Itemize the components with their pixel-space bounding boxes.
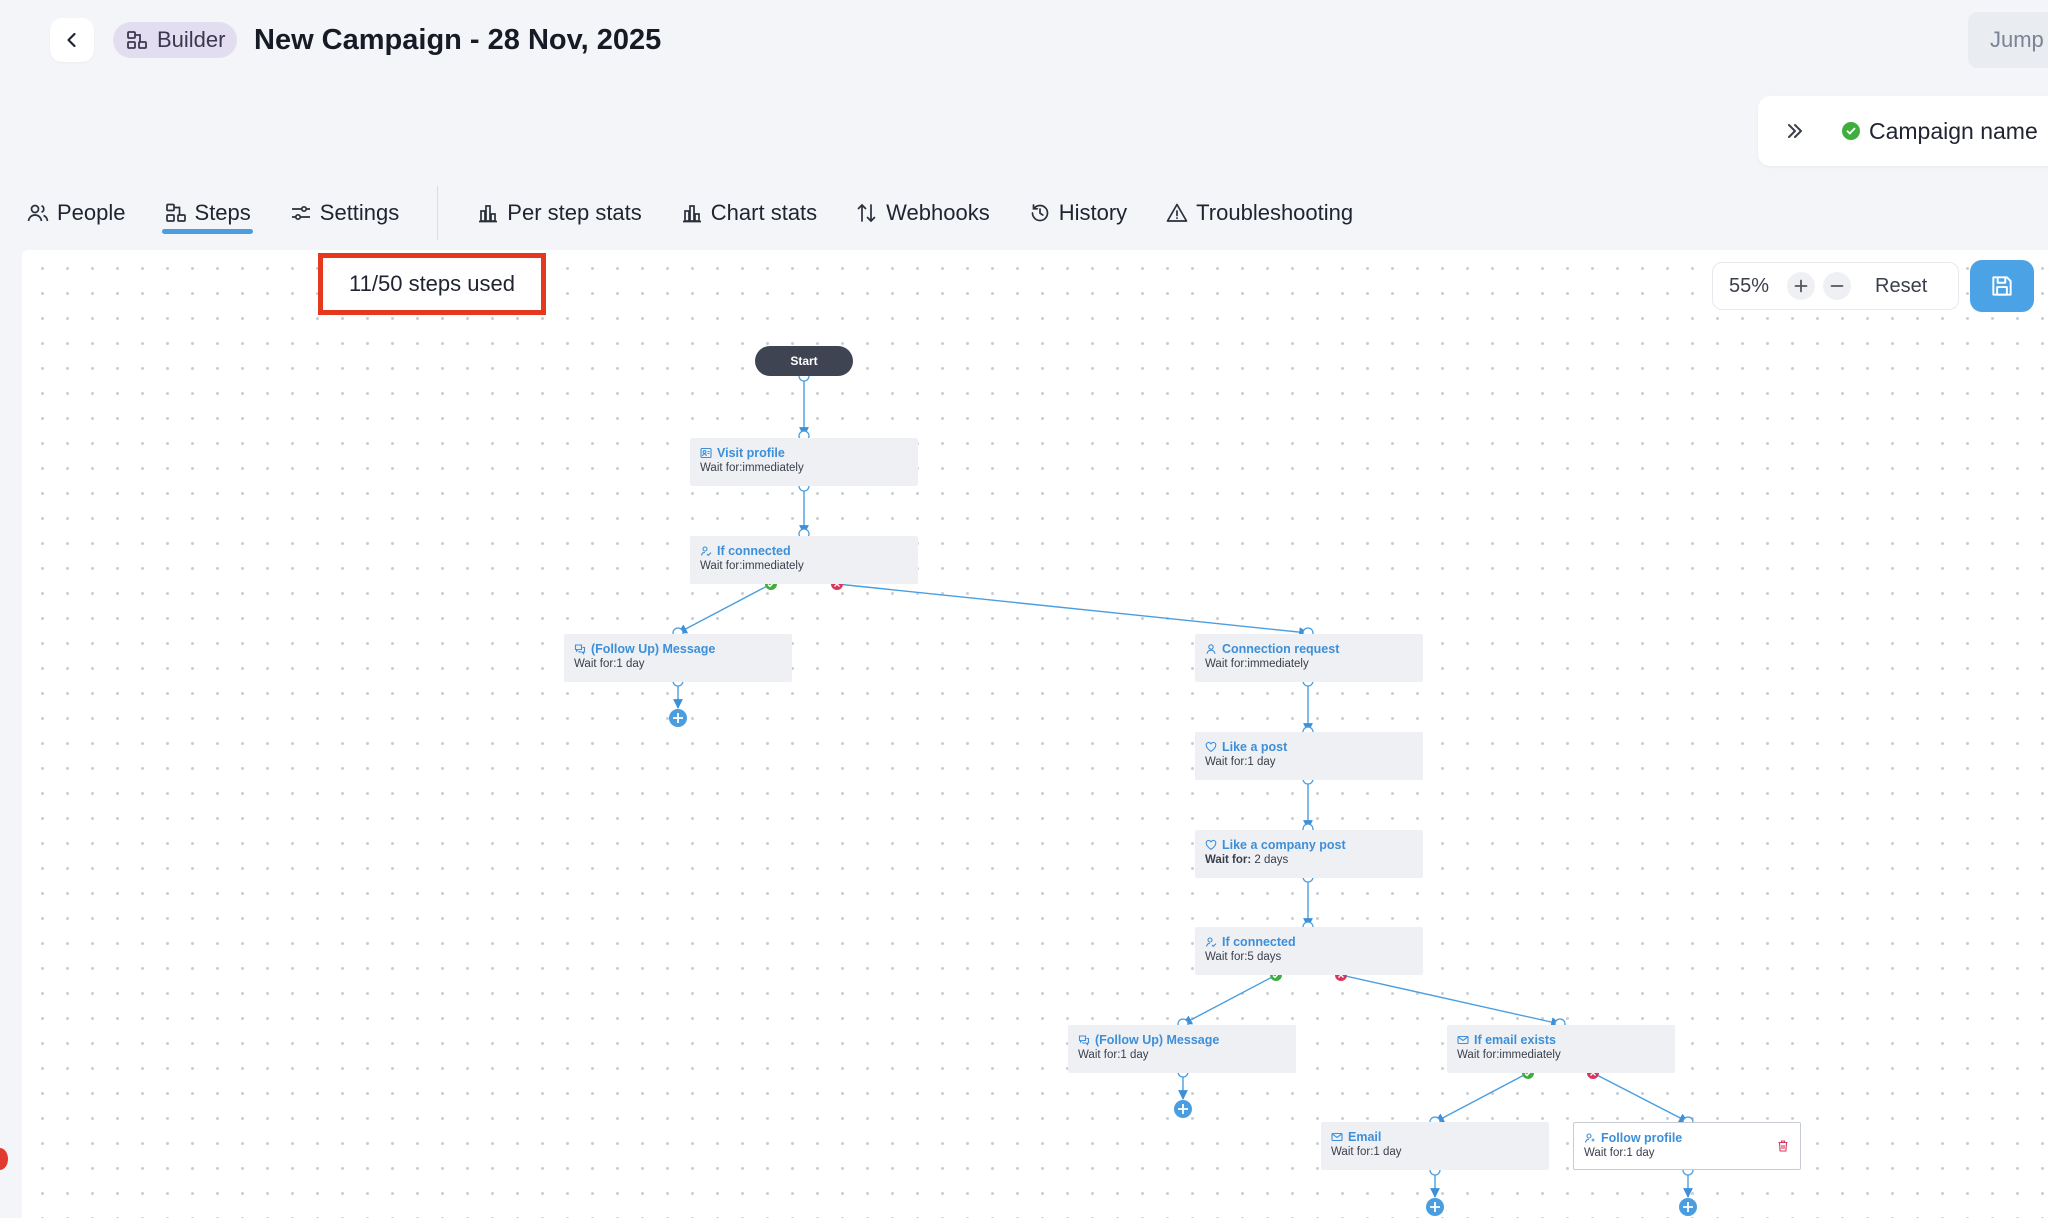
step-wait-label: Wait for:	[1205, 854, 1252, 866]
heart-icon	[1205, 741, 1217, 752]
step-node-follow-up-message[interactable]: (Follow Up) Message Wait for:1 day	[564, 634, 792, 682]
message-icon	[574, 644, 586, 655]
step-node-like-a-post[interactable]: Like a post Wait for:1 day	[1195, 732, 1423, 780]
person-check-icon	[700, 546, 712, 557]
step-title: Visit profile	[717, 446, 785, 460]
step-wait: Wait for:1 day	[1584, 1147, 1655, 1159]
email-icon	[1331, 1132, 1343, 1142]
step-title: Like a post	[1222, 740, 1288, 754]
step-wait: Wait for:immediately	[1205, 658, 1309, 670]
heart-icon	[1205, 839, 1217, 850]
step-wait: Wait for: 2 days	[1205, 854, 1413, 866]
step-node-like-a-company-post[interactable]: Like a company post Wait for: 2 days	[1195, 830, 1423, 878]
step-title: Connection request	[1222, 642, 1340, 656]
step-title: Follow profile	[1601, 1131, 1683, 1145]
step-wait: Wait for:1 day	[1331, 1146, 1402, 1158]
step-wait: Wait for:5 days	[1205, 951, 1282, 963]
person-check-icon	[1205, 937, 1217, 948]
step-node-connection-request[interactable]: Connection request Wait for:immediately	[1195, 634, 1423, 682]
message-icon	[1078, 1035, 1090, 1046]
step-wait: Wait for:1 day	[1205, 756, 1276, 768]
step-wait: Wait for:1 day	[574, 658, 645, 670]
person-plus-icon	[1584, 1133, 1595, 1143]
step-wait-value: 2 days	[1251, 854, 1289, 866]
step-title: (Follow Up) Message	[1095, 1033, 1220, 1047]
step-node-if-connected[interactable]: If connected Wait for:immediately	[690, 536, 918, 584]
step-title: Like a company post	[1222, 838, 1346, 852]
step-wait: Wait for:immediately	[1457, 1049, 1561, 1061]
step-wait: Wait for:immediately	[700, 462, 804, 474]
step-node-if-connected-2[interactable]: If connected Wait for:5 days	[1195, 927, 1423, 975]
step-title: If connected	[717, 544, 791, 558]
step-node-follow-up-message-2[interactable]: (Follow Up) Message Wait for:1 day	[1068, 1025, 1296, 1073]
step-node-follow-profile[interactable]: Follow profile Wait for:1 day	[1573, 1122, 1801, 1170]
start-node[interactable]: Start	[755, 346, 853, 376]
trash-icon[interactable]	[1776, 1139, 1790, 1153]
flow-connectors	[669, 370, 1697, 1216]
email-check-icon	[1457, 1035, 1469, 1045]
step-node-if-email-exists[interactable]: If email exists Wait for:immediately	[1447, 1025, 1675, 1073]
person-icon	[1206, 644, 1216, 654]
step-title: If connected	[1222, 935, 1296, 949]
step-wait: Wait for:immediately	[700, 560, 804, 572]
visit-profile-icon	[700, 447, 712, 459]
step-node-visit-profile[interactable]: Visit profile Wait for:immediately	[690, 438, 918, 486]
step-title: Email	[1348, 1130, 1382, 1144]
step-title: (Follow Up) Message	[591, 642, 716, 656]
step-wait: Wait for:1 day	[1078, 1049, 1149, 1061]
step-node-email[interactable]: Email Wait for:1 day	[1321, 1122, 1549, 1170]
step-title: If email exists	[1474, 1033, 1556, 1047]
